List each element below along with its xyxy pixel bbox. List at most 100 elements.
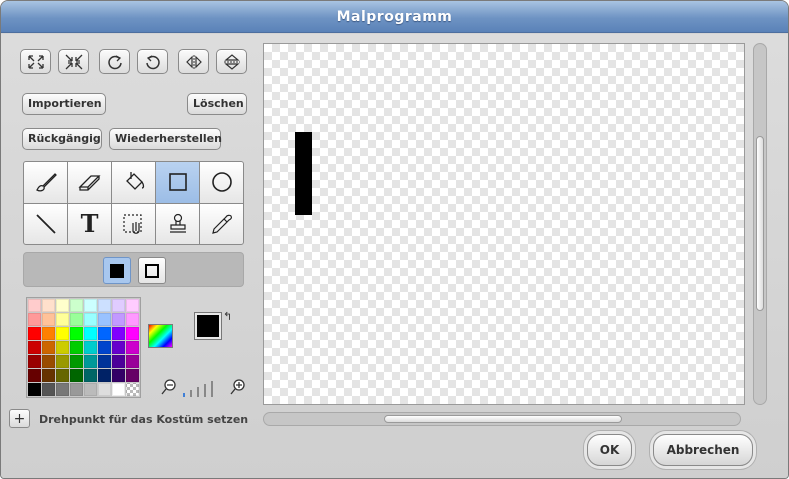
drawing-canvas[interactable]	[263, 43, 745, 405]
horizontal-scrollbar[interactable]	[263, 412, 741, 426]
color-swatch[interactable]	[84, 313, 97, 326]
stamp-icon	[169, 213, 186, 233]
color-swatch[interactable]	[70, 313, 83, 326]
horizontal-scroll-thumb[interactable]	[384, 415, 622, 423]
color-swatch[interactable]	[56, 369, 69, 382]
color-swatch[interactable]	[70, 341, 83, 354]
foreground-color-swatch[interactable]	[194, 312, 222, 340]
color-swatch[interactable]	[112, 383, 125, 396]
undo-button[interactable]: Rückgängig	[22, 128, 102, 150]
color-swatch[interactable]	[98, 313, 111, 326]
color-swatch[interactable]	[112, 369, 125, 382]
color-swatch[interactable]	[56, 383, 69, 396]
paintbrush-icon	[35, 173, 57, 192]
color-swatch[interactable]	[84, 299, 97, 312]
color-swatch[interactable]	[70, 327, 83, 340]
color-swatch[interactable]	[98, 355, 111, 368]
color-swatch[interactable]	[42, 313, 55, 326]
color-swatch[interactable]	[98, 369, 111, 382]
color-swatch[interactable]	[70, 383, 83, 396]
vertical-scroll-thumb[interactable]	[756, 136, 764, 311]
stamp-tool[interactable]	[156, 203, 199, 244]
color-swatch[interactable]	[126, 355, 139, 368]
ellipse-tool[interactable]	[200, 162, 243, 203]
color-swatch[interactable]	[70, 369, 83, 382]
color-swatch[interactable]	[98, 299, 111, 312]
redo-button[interactable]: Wiederherstellen	[109, 128, 222, 150]
eraser-tool[interactable]	[68, 162, 111, 203]
cancel-button[interactable]: Abbrechen	[653, 434, 753, 466]
paint-editor-window: Malprogramm Importieren Löschen Rückgäng…	[0, 0, 789, 479]
plus-icon: +	[13, 410, 26, 427]
color-swatch[interactable]	[56, 313, 69, 326]
color-swatch[interactable]	[126, 299, 139, 312]
color-swatch[interactable]	[42, 369, 55, 382]
color-swatch[interactable]	[28, 313, 41, 326]
eyedropper-tool[interactable]	[200, 203, 243, 244]
color-swatch[interactable]	[84, 383, 97, 396]
color-picker-button[interactable]	[148, 324, 173, 348]
import-button[interactable]: Importieren	[22, 93, 106, 115]
flip-horizontal-button[interactable]	[178, 49, 209, 74]
text-icon: T	[80, 209, 99, 239]
color-swatch[interactable]	[112, 299, 125, 312]
flip-vertical-button[interactable]	[216, 49, 247, 74]
transparent-swatch[interactable]	[126, 383, 139, 396]
zoom-in-icon[interactable]	[230, 379, 245, 395]
color-swatch[interactable]	[42, 299, 55, 312]
zoom-out-icon[interactable]	[161, 379, 176, 395]
paintbrush-tool[interactable]	[24, 162, 67, 203]
color-swatch[interactable]	[98, 341, 111, 354]
color-swatch[interactable]	[42, 341, 55, 354]
color-swatch[interactable]	[126, 341, 139, 354]
color-swatch[interactable]	[56, 355, 69, 368]
vertical-scrollbar[interactable]	[753, 43, 767, 405]
line-tool[interactable]	[24, 203, 67, 244]
color-swatch[interactable]	[42, 355, 55, 368]
zoom-level-bars[interactable]	[183, 381, 213, 397]
filled-shape-option[interactable]	[103, 257, 131, 284]
color-swatch[interactable]	[28, 341, 41, 354]
color-swatch[interactable]	[112, 341, 125, 354]
color-swatch[interactable]	[56, 299, 69, 312]
set-pivot-button[interactable]: +	[9, 409, 30, 428]
swap-colors-icon[interactable]: ↰	[223, 310, 232, 323]
rotate-left-button[interactable]	[137, 49, 168, 74]
rotate-right-button[interactable]	[99, 49, 130, 74]
clear-button[interactable]: Löschen	[187, 93, 247, 115]
text-tool[interactable]: T	[68, 203, 111, 244]
color-swatch[interactable]	[84, 355, 97, 368]
color-swatch[interactable]	[126, 369, 139, 382]
flip-vertical-icon	[223, 53, 240, 70]
color-swatch[interactable]	[56, 327, 69, 340]
outline-shape-option[interactable]	[138, 257, 166, 284]
ok-button[interactable]: OK	[587, 434, 632, 466]
color-swatch[interactable]	[28, 369, 41, 382]
color-swatch[interactable]	[84, 341, 97, 354]
fill-bucket-tool[interactable]	[112, 162, 155, 203]
color-swatch[interactable]	[42, 383, 55, 396]
color-swatch[interactable]	[28, 299, 41, 312]
color-swatch[interactable]	[70, 299, 83, 312]
color-swatch[interactable]	[70, 355, 83, 368]
rectangle-tool[interactable]	[156, 162, 199, 203]
color-swatch[interactable]	[112, 327, 125, 340]
color-swatch[interactable]	[84, 327, 97, 340]
color-swatch[interactable]	[28, 383, 41, 396]
color-swatch[interactable]	[84, 369, 97, 382]
color-swatch[interactable]	[28, 355, 41, 368]
grow-button[interactable]	[20, 49, 51, 74]
color-swatch[interactable]	[56, 341, 69, 354]
color-swatch[interactable]	[98, 327, 111, 340]
color-swatch[interactable]	[126, 313, 139, 326]
color-swatch[interactable]	[126, 327, 139, 340]
color-swatch[interactable]	[98, 383, 111, 396]
color-swatch[interactable]	[112, 355, 125, 368]
fill-bucket-icon	[125, 172, 144, 191]
shrink-button[interactable]	[58, 49, 89, 74]
color-swatch[interactable]	[112, 313, 125, 326]
color-swatch[interactable]	[42, 327, 55, 340]
select-tool[interactable]	[112, 203, 155, 244]
color-swatch[interactable]	[28, 327, 41, 340]
set-pivot-label: Drehpunkt für das Kostüm setzen	[39, 413, 249, 426]
